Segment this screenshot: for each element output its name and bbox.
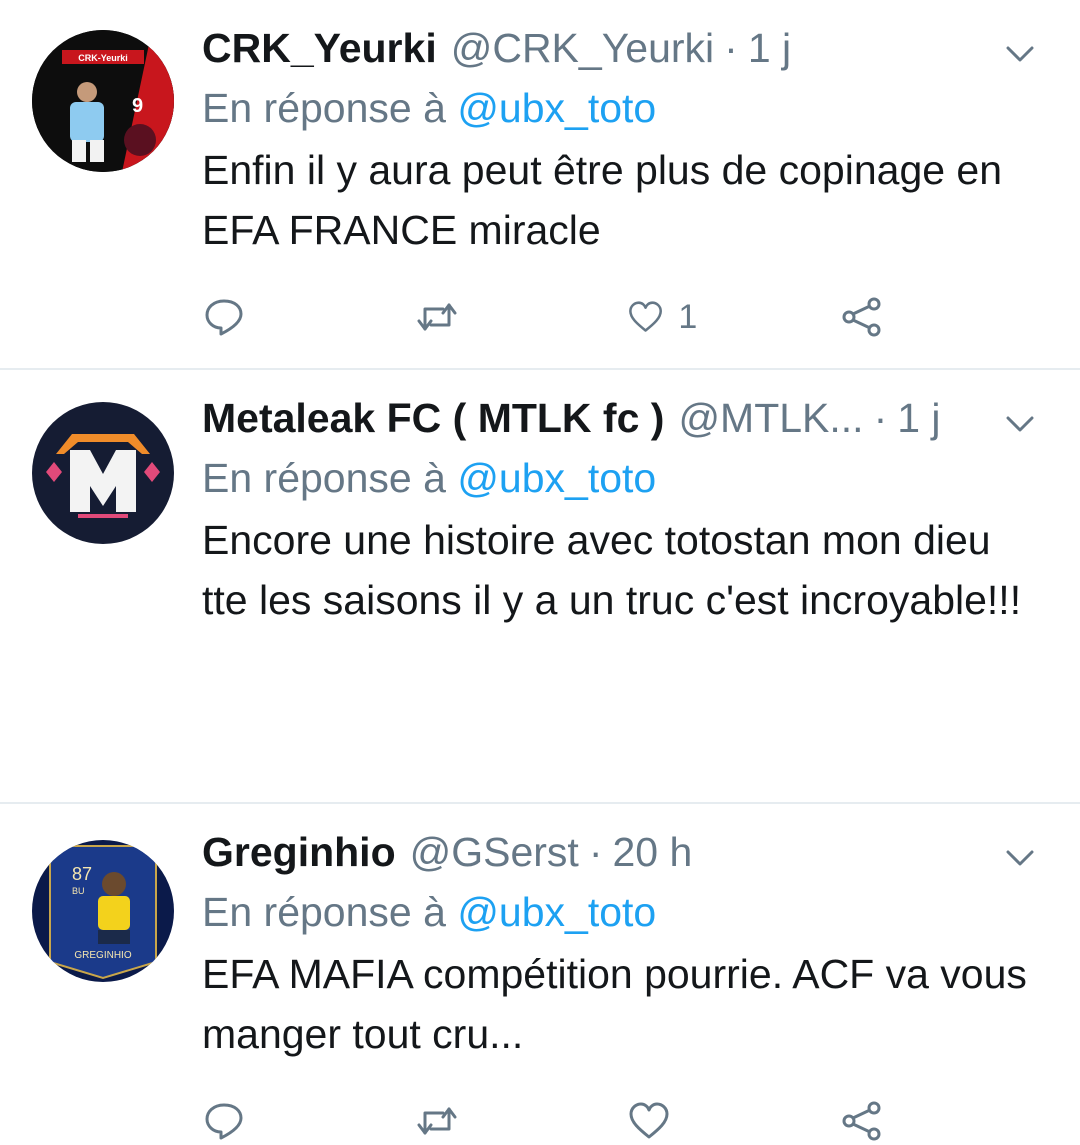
timestamp[interactable]: 1 j	[897, 392, 940, 444]
share-icon	[842, 297, 881, 337]
reply-icon	[205, 299, 243, 336]
reply-context: En réponse à @ubx_toto	[202, 886, 1040, 938]
action-bar	[202, 1097, 910, 1145]
reply-icon	[205, 1103, 243, 1140]
retweet-button[interactable]	[415, 1099, 485, 1143]
share-icon	[842, 1101, 881, 1141]
tweet-text: Enfin il y aura peut être plus de copina…	[202, 147, 1003, 253]
chevron-down-icon[interactable]	[1000, 34, 1040, 74]
timestamp[interactable]: 20 h	[612, 826, 692, 878]
action-bar: 1	[202, 293, 910, 341]
retweet-icon	[417, 303, 457, 331]
like-button[interactable]	[627, 1099, 697, 1143]
user-handle[interactable]: @CRK_Yeurki	[451, 22, 714, 74]
display-name[interactable]: Greginhio	[202, 826, 396, 878]
reply-context: En réponse à @ubx_toto	[202, 82, 1040, 134]
tweet-text: Encore une histoire avec totostan mon di…	[202, 517, 1022, 623]
avatar[interactable]	[32, 402, 174, 544]
reply-prefix: En réponse à	[202, 85, 446, 131]
avatar[interactable]: 87 BU GREGINHIO	[32, 840, 174, 982]
tweet-text: EFA MAFIA compétition pourrie. ACF va vo…	[202, 951, 1027, 1057]
reply-prefix: En réponse à	[202, 455, 446, 501]
like-icon	[629, 1102, 669, 1139]
reply-button[interactable]	[202, 1099, 272, 1143]
reply-mention-link[interactable]: @ubx_toto	[457, 455, 656, 501]
share-button[interactable]	[840, 295, 910, 339]
like-icon	[629, 301, 663, 332]
like-count: 1	[678, 297, 698, 336]
svg-text:9: 9	[132, 95, 143, 117]
tweet[interactable]: CRK-Yeurki 9 CRK_Yeurki @CRK_Yeurki · 1 …	[0, 0, 1080, 370]
retweet-button[interactable]	[415, 295, 485, 339]
display-name[interactable]: CRK_Yeurki	[202, 22, 437, 74]
tweet[interactable]: 87 BU GREGINHIO Greginhio @GSerst · 20 h…	[0, 804, 1080, 1086]
avatar-label: GREGINHIO	[74, 950, 131, 961]
retweet-icon	[417, 1107, 457, 1135]
avatar-rating: 87	[72, 864, 92, 884]
avatar-label: CRK-Yeurki	[78, 53, 128, 63]
chevron-down-icon[interactable]	[1000, 404, 1040, 444]
tweet[interactable]: Metaleak FC ( MTLK fc ) @MTLK... · 1 j E…	[0, 370, 1080, 1141]
reply-prefix: En réponse à	[202, 889, 446, 935]
user-handle[interactable]: @GSerst	[410, 826, 579, 878]
reply-context: En réponse à @ubx_toto	[202, 452, 1040, 504]
avatar-position: BU	[72, 886, 85, 896]
like-button[interactable]: 1	[627, 295, 697, 339]
reply-mention-link[interactable]: @ubx_toto	[457, 85, 656, 131]
user-handle[interactable]: @MTLK...	[678, 392, 863, 444]
separator-dot: ·	[873, 395, 888, 441]
reply-button[interactable]	[202, 295, 272, 339]
reply-mention-link[interactable]: @ubx_toto	[457, 889, 656, 935]
display-name[interactable]: Metaleak FC ( MTLK fc )	[202, 392, 664, 444]
timestamp[interactable]: 1 j	[748, 22, 791, 74]
avatar[interactable]: CRK-Yeurki 9	[32, 30, 174, 172]
separator-dot: ·	[588, 829, 603, 875]
share-button[interactable]	[840, 1099, 910, 1143]
separator-dot: ·	[724, 25, 738, 71]
chevron-down-icon[interactable]	[1000, 838, 1040, 878]
